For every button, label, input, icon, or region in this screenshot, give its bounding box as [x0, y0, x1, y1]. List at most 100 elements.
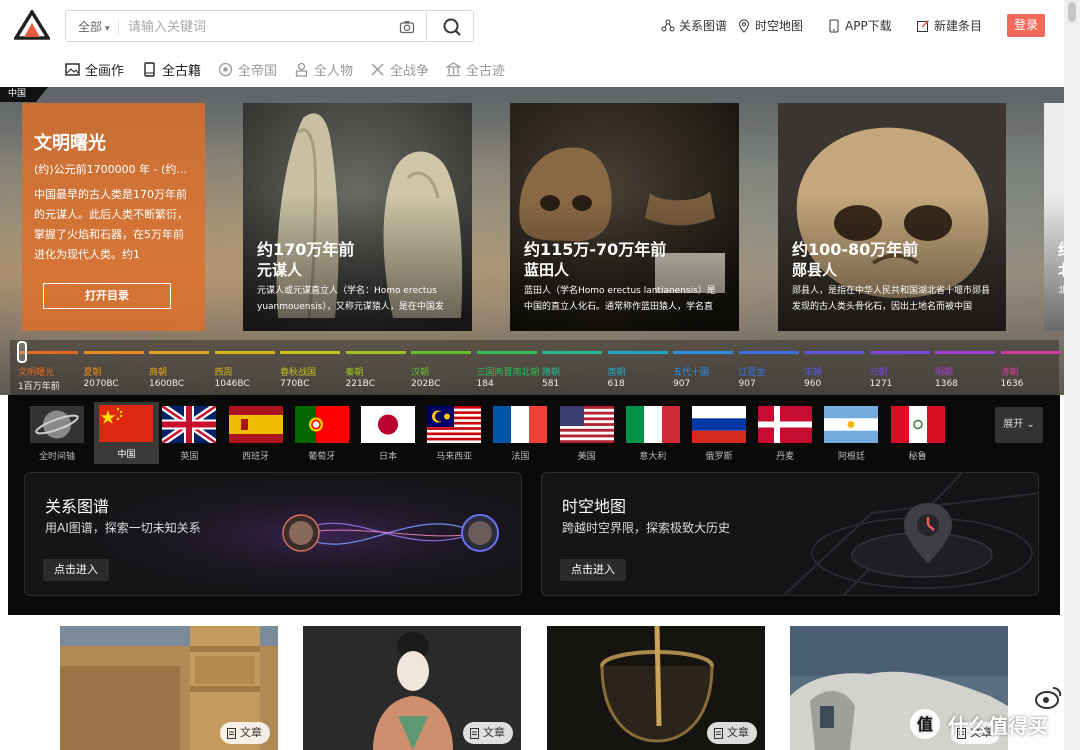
era-year: 2070BC [83, 379, 119, 389]
crossed-swords-icon [371, 63, 384, 76]
country-fr[interactable]: 法国 [491, 404, 549, 464]
timeline-handle[interactable] [17, 341, 27, 363]
category-people[interactable]: 全人物 [294, 60, 353, 79]
chevron-down-icon: ▾ [105, 24, 110, 34]
country-ar[interactable]: 阿根廷 [822, 404, 880, 464]
era-name: 春秋战国 [280, 368, 317, 378]
enter-button[interactable]: 点击进入 [43, 559, 109, 581]
search-divider [118, 19, 119, 35]
search-scope-label: 全部 [78, 20, 103, 34]
era-name: 秦朝 [345, 368, 364, 378]
article-tile[interactable]: 文章 [60, 626, 278, 750]
login-button[interactable]: 登录 [1007, 14, 1045, 37]
flag-cn-icon [99, 405, 153, 442]
expand-label: 展开 [1003, 419, 1024, 430]
country-globe[interactable]: 全时间轴 [28, 404, 86, 464]
era-bar [542, 351, 602, 354]
era-year: 907 [673, 379, 691, 389]
timeline-era[interactable]: 清朝 1636 [1000, 340, 1067, 395]
hero-card[interactable]: 约115万-70万年前 蓝田人 蓝田人（学名Homo erectus lanti… [510, 103, 739, 331]
nav-relation-graph[interactable]: 关系图谱 [661, 17, 727, 34]
era-year: 1368 [935, 379, 958, 389]
era-year: 202BC [411, 379, 441, 389]
country-cn[interactable]: 中国 [94, 402, 159, 464]
country-pe[interactable]: 秘鲁 [889, 404, 947, 464]
expand-button[interactable]: 展开 ⌄ [995, 407, 1043, 443]
nav-app-download[interactable]: APP下载 [827, 17, 892, 34]
tag-label: 文章 [483, 726, 505, 739]
article-tile[interactable]: 文章 [547, 626, 765, 750]
open-catalog-button[interactable]: 打开目录 [43, 283, 171, 309]
book-icon [144, 62, 155, 77]
timeline-era[interactable]: 唐朝 618 [607, 340, 674, 395]
hero-card[interactable]: 约 北 北 [1044, 103, 1064, 331]
country-us[interactable]: 美国 [558, 404, 616, 464]
nav-new-entry[interactable]: 新建条目 [916, 17, 982, 34]
timeline-era[interactable]: 汉朝 202BC [411, 340, 477, 395]
flag-fr-icon [493, 406, 548, 443]
era-year: 184 [476, 379, 494, 389]
country-dk[interactable]: 丹麦 [756, 404, 814, 464]
camera-icon[interactable] [399, 19, 415, 35]
watermark: 值 什么值得买 [908, 707, 1048, 741]
era-name: 三国两晋南北朝 [476, 368, 540, 378]
era-year: 221BC [345, 379, 375, 389]
site-logo[interactable] [14, 10, 50, 40]
article-tag: 文章 [463, 722, 513, 744]
era-bar [214, 351, 275, 354]
era-year: 1600BC [149, 379, 185, 389]
feature-title: 关系图谱 [45, 497, 110, 516]
hero-card[interactable]: 约170万年前 元谋人 元谋人或元谋直立人（学名：Homo erectus yu… [243, 103, 472, 331]
flag-pt-icon [294, 406, 349, 443]
top-bar: 全部▾ 关系图谱 时空地图 APP下载 新建条目 登录 [0, 0, 1080, 52]
country-es[interactable]: 西班牙 [227, 404, 285, 464]
timeline-era[interactable]: 三国两晋南北朝 184 [476, 340, 543, 395]
nav-spacetime-map[interactable]: 时空地图 [737, 17, 803, 34]
search-input[interactable] [128, 15, 388, 39]
era-name: 汉朝 [411, 368, 430, 378]
timeline-era[interactable]: 西周 1046BC [214, 340, 281, 395]
card-date: 约100-80万年前 [792, 240, 919, 259]
timeline-era[interactable]: 元朝 1271 [869, 340, 936, 395]
timeline-era[interactable]: 秦朝 221BC [345, 340, 412, 395]
timeline-era[interactable]: 辽夏金 907 [738, 340, 805, 395]
country-it[interactable]: 意大利 [624, 404, 682, 464]
category-monuments[interactable]: 全古迹 [446, 60, 505, 79]
category-wars[interactable]: 全战争 [370, 60, 429, 79]
timeline-era[interactable]: 春秋战国 770BC [280, 340, 346, 395]
timeline-era[interactable]: 五代十国 907 [673, 340, 739, 395]
search-scope-dropdown[interactable]: 全部 ▾ [78, 18, 110, 35]
person-icon [295, 62, 308, 77]
flag-my-icon [427, 406, 482, 443]
search-button[interactable] [426, 10, 474, 42]
country-gb[interactable]: 英国 [160, 404, 218, 464]
category-paintings[interactable]: 全画作 [65, 60, 124, 79]
country-my[interactable]: 马来西亚 [425, 404, 483, 464]
timeline-era[interactable]: 宋朝 960 [804, 340, 870, 395]
spacetime-map-card[interactable]: 时空地图 跨越时空界限，探索极致大历史 点击进入 [541, 472, 1039, 596]
era-year: 618 [607, 379, 625, 389]
relation-graph-card[interactable]: 关系图谱 用AI图谱，探索一切未知关系 点击进入 [24, 472, 522, 596]
hero-card[interactable]: 约100-80万年前 郧县人 郧县人，是指在中华人民共和国湖北省十堰市郧县发现的… [778, 103, 1006, 331]
timeline-era[interactable]: 文明曙光 1百万年前 [18, 340, 84, 395]
flag-dk-icon [758, 406, 813, 443]
category-empires[interactable]: 全帝国 [218, 60, 277, 79]
page-scrollbar[interactable] [1064, 0, 1080, 750]
country-jp[interactable]: 日本 [359, 404, 417, 464]
timeline-era[interactable]: 商朝 1600BC [149, 340, 215, 395]
timeline-era[interactable]: 夏朝 2070BC [83, 340, 150, 395]
watermark-text: 什么值得买 [948, 713, 1048, 738]
monument-icon [446, 62, 461, 77]
tag-label: 文章 [727, 726, 749, 739]
article-tile[interactable]: 文章 [303, 626, 521, 750]
country-ru[interactable]: 俄罗斯 [690, 404, 748, 464]
flag-ru-icon [692, 406, 746, 443]
category-books[interactable]: 全古籍 [142, 60, 201, 79]
country-pt[interactable]: 葡萄牙 [293, 404, 351, 464]
enter-button[interactable]: 点击进入 [560, 559, 626, 581]
era-year: 1271 [869, 379, 893, 389]
scrollbar-thumb[interactable] [1068, 2, 1076, 22]
timeline-era[interactable]: 隋朝 581 [542, 340, 608, 395]
timeline-era[interactable]: 明朝 1368 [935, 340, 1001, 395]
feature-subtitle: 跨越时空界限，探索极致大历史 [562, 521, 731, 535]
